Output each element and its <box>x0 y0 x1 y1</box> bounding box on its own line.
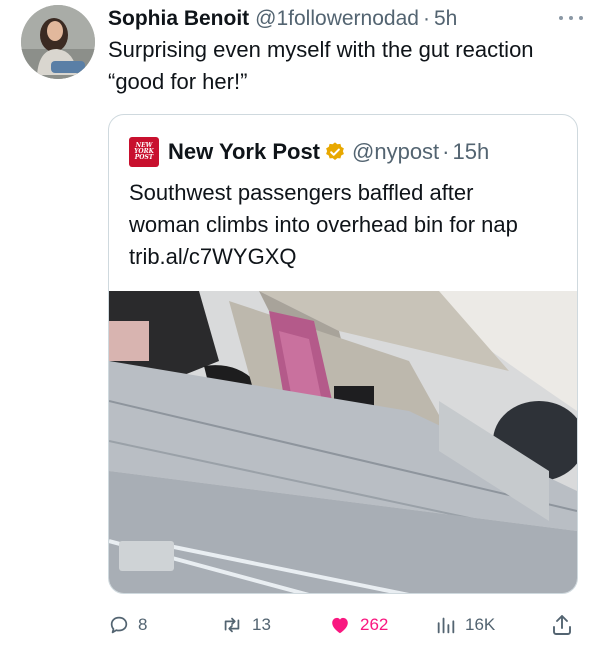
reply-icon <box>110 616 128 634</box>
quoted-tweet-card[interactable]: NEW YORK POST New York Post @nypost · 15… <box>108 114 578 594</box>
share-icon <box>553 615 571 635</box>
views-count: 16K <box>465 615 496 634</box>
tweet-time[interactable]: 5h <box>434 7 457 31</box>
quoted-tweet-text: Southwest passengers baffled after woman… <box>129 180 518 269</box>
reply-button[interactable]: 8 <box>108 610 147 640</box>
views-icon <box>437 617 455 634</box>
separator-dot: · <box>442 139 450 164</box>
nypost-logo[interactable]: NEW YORK POST <box>129 137 159 167</box>
heart-icon <box>332 617 348 634</box>
share-button[interactable] <box>550 610 582 640</box>
quoted-tweet-image[interactable] <box>109 291 577 594</box>
quoted-tweet-header: NEW YORK POST New York Post @nypost · 15… <box>129 137 489 167</box>
quoted-author-name[interactable]: New York Post <box>168 139 320 165</box>
author-name[interactable]: Sophia Benoit <box>108 7 249 31</box>
tweet-text: Surprising even myself with the gut reac… <box>108 37 534 94</box>
reply-count: 8 <box>138 615 148 634</box>
retweet-icon <box>224 617 240 633</box>
like-button[interactable]: 262 <box>328 610 388 640</box>
retweet-count: 13 <box>252 615 271 634</box>
avatar-photo <box>21 5 95 79</box>
verified-badge-icon <box>326 142 344 160</box>
author-avatar[interactable] <box>21 5 95 79</box>
tweet-actions: 8 13 262 16K <box>108 610 583 640</box>
separator-dot: · <box>422 7 430 30</box>
like-count: 262 <box>360 615 389 634</box>
quoted-tweet-time[interactable]: 15h <box>453 139 490 165</box>
retweet-button[interactable]: 13 <box>220 610 271 640</box>
author-handle[interactable]: @1followernodad <box>255 7 419 31</box>
quoted-author-handle[interactable]: @nypost <box>352 139 439 165</box>
more-icon[interactable] <box>559 8 583 28</box>
tweet-header: Sophia Benoit @1followernodad · 5h <box>108 4 583 34</box>
views-button[interactable]: 16K <box>435 610 495 640</box>
